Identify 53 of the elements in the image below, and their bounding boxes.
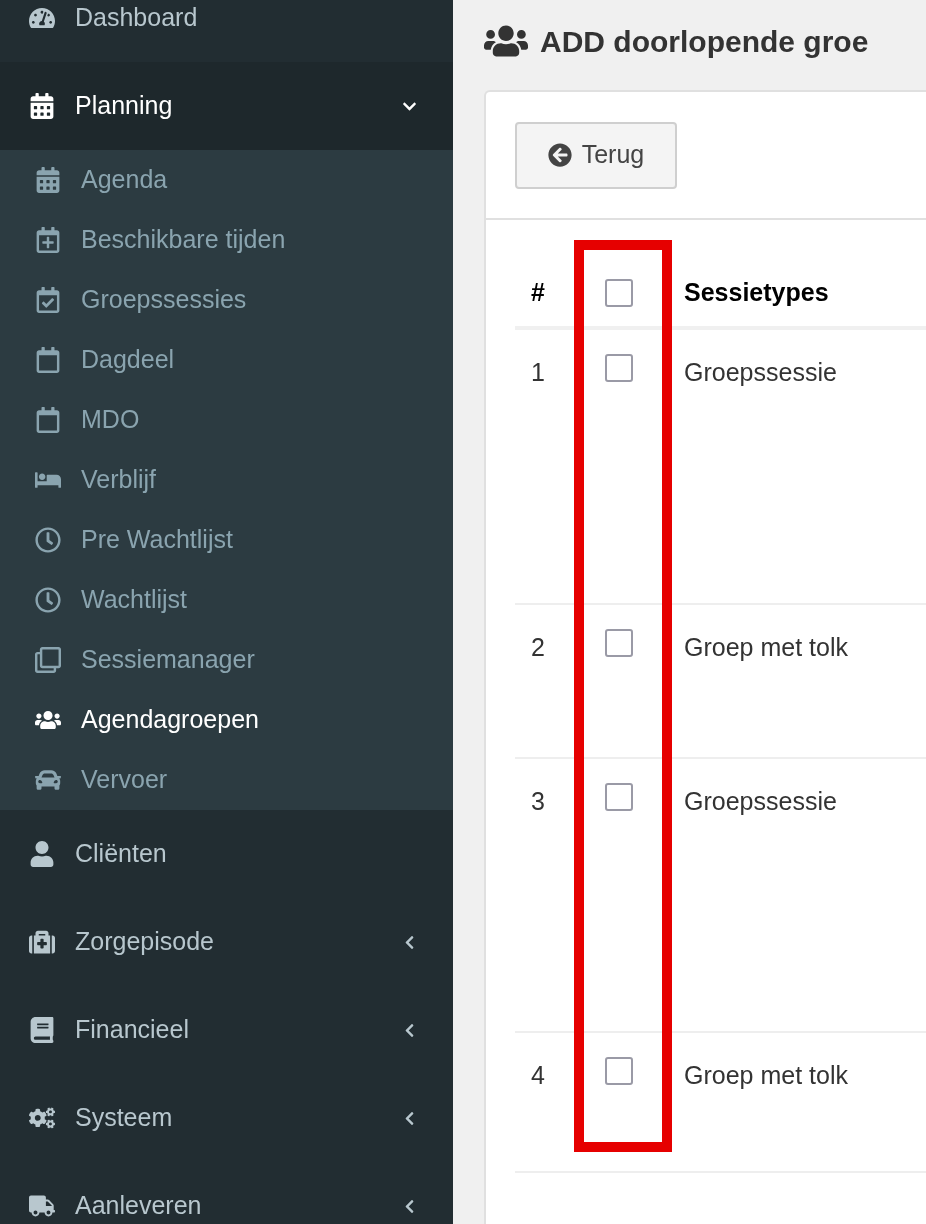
calendar-check-icon: [35, 287, 61, 313]
submenu-item[interactable]: Agendagroepen: [0, 690, 453, 750]
sidebar-item[interactable]: Dashboard: [0, 0, 453, 62]
arrow-left-icon: [547, 143, 572, 167]
column-header: Sessietypes: [684, 277, 829, 309]
back-button[interactable]: Terug: [515, 121, 677, 189]
checkbox[interactable]: [605, 629, 633, 657]
sidebar-item[interactable]: Aanleveren: [0, 1162, 453, 1224]
table-cell-text: Groepssessie: [684, 357, 837, 388]
submenu-item[interactable]: Groepssessies: [0, 270, 453, 330]
gears-icon: [29, 1105, 55, 1131]
calendar-plus-icon: [35, 227, 61, 253]
calendar-icon: [29, 93, 55, 119]
sidebar-item[interactable]: Financieel: [0, 986, 453, 1074]
user-icon: [29, 841, 55, 867]
calendar-icon: [35, 167, 61, 193]
submenu-item[interactable]: Beschikbare tijden: [0, 210, 453, 270]
sidebar-item[interactable]: Planning: [0, 62, 453, 150]
checkbox[interactable]: [605, 354, 633, 382]
table-cell-text: 4: [531, 1060, 546, 1091]
table-cell-text: 3: [531, 786, 546, 817]
checkbox[interactable]: [605, 1057, 633, 1085]
submenu-item[interactable]: Vervoer: [0, 750, 453, 810]
clock-icon: [35, 527, 61, 553]
clock-icon: [35, 587, 61, 613]
checkbox[interactable]: [605, 783, 633, 811]
sidebar-item[interactable]: Cliënten: [0, 810, 453, 898]
column-header: #: [531, 277, 546, 309]
table-cell-text: 2: [531, 632, 546, 663]
table-cell-text: Groep met tolk: [684, 632, 848, 663]
book-icon: [29, 1017, 55, 1043]
dashboard-gauge-icon: [29, 5, 55, 31]
clone-icon: [35, 647, 61, 673]
submenu-item[interactable]: Verblijf: [0, 450, 453, 510]
table-cell-text: 1: [531, 357, 546, 388]
submenu-item[interactable]: Wachtlijst: [0, 570, 453, 630]
car-icon: [35, 767, 61, 793]
sidebar-item[interactable]: Zorgepisode: [0, 898, 453, 986]
checkbox[interactable]: [605, 279, 633, 307]
truck-icon: [29, 1193, 55, 1219]
medkit-icon: [29, 929, 55, 955]
table-cell-text: Groep met tolk: [684, 1060, 848, 1091]
submenu-item[interactable]: Agenda: [0, 150, 453, 210]
sidebar-item[interactable]: Systeem: [0, 1074, 453, 1162]
submenu-item[interactable]: MDO: [0, 390, 453, 450]
submenu-item[interactable]: Sessiemanager: [0, 630, 453, 690]
page-title: ADD doorlopende groe: [540, 23, 869, 60]
users-icon: [484, 23, 528, 59]
calendar-icon: [35, 347, 61, 373]
calendar-icon: [35, 407, 61, 433]
table-cell-text: Groepssessie: [684, 786, 837, 817]
submenu-item[interactable]: Dagdeel: [0, 330, 453, 390]
submenu-item[interactable]: Pre Wachtlijst: [0, 510, 453, 570]
